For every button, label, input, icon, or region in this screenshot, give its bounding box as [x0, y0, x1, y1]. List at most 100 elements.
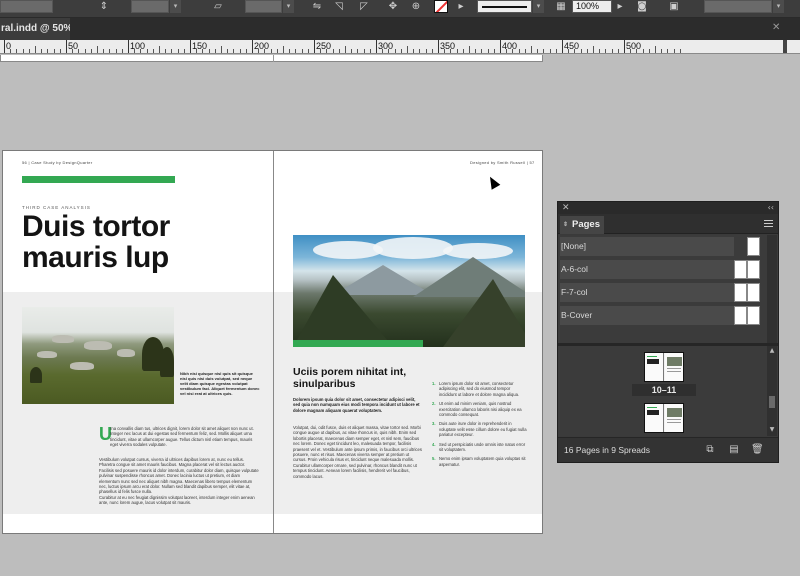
- no-fill-swatch-icon[interactable]: [434, 0, 448, 13]
- shear-dropdown[interactable]: ▾: [283, 0, 294, 13]
- spreads-scrollbar[interactable]: ▲ ▼: [767, 346, 777, 436]
- headline: Duis tortor mauris lup: [22, 210, 170, 274]
- document-tab[interactable]: ral.indd @ 50%: [0, 18, 70, 40]
- body-paragraph-1: rna convallis diam tus, ultrices dignit,…: [110, 426, 254, 448]
- panel-title-bar[interactable]: ✕ ‹‹: [558, 202, 778, 214]
- object-style-dropdown[interactable]: ▾: [773, 0, 784, 13]
- horizontal-ruler[interactable]: 0 50 100 150 200 250 300 350 400 450 500: [0, 40, 800, 54]
- ruler-minor-tick: [196, 49, 198, 53]
- list-item: 5. Nemo enim ipsam voluptatem quia volupt…: [432, 456, 528, 467]
- edit-page-size-icon[interactable]: ⧉: [704, 444, 716, 456]
- select-content-icon[interactable]: ◸: [358, 1, 370, 13]
- spread-thumbnail[interactable]: [644, 403, 684, 433]
- ruler-minor-tick: [531, 46, 532, 53]
- ruler-minor-tick: [152, 49, 154, 53]
- zoom-field[interactable]: 100%: [572, 0, 612, 13]
- list-item: 3. Duis aute irure dolor in reprehenderit…: [432, 421, 528, 437]
- master-thumbnail-right: [747, 283, 760, 302]
- ruler-minor-tick: [84, 49, 86, 53]
- ruler-minor-tick: [636, 49, 638, 53]
- masters-scrollbar[interactable]: [767, 235, 777, 343]
- ruler-minor-tick: [537, 49, 539, 53]
- tab-pages-label: Pages: [572, 219, 600, 230]
- body-paragraph: Volutpat, dui, odit fusce, duis et aliqu…: [293, 425, 422, 479]
- ruler-minor-tick: [617, 49, 619, 53]
- list-item: 1. Lorem ipsum dolor sit amet, consectetu…: [432, 381, 528, 397]
- ruler-minor-tick: [22, 49, 24, 53]
- ruler-minor-tick: [221, 46, 222, 53]
- photo-caption: Nibh nisi quisque nisl quis sit quisque …: [180, 371, 260, 396]
- width-field[interactable]: [131, 0, 169, 13]
- frame-fit-icon[interactable]: ▣: [668, 1, 680, 13]
- select-container-icon[interactable]: ◹: [333, 1, 345, 13]
- ruler-marker[interactable]: [783, 40, 787, 53]
- running-head-right: Designed by Smith Russell | 57: [470, 160, 535, 165]
- pages-panel: ✕ ‹‹ ⇕ Pages [None] A-6-col F-7-col B-Co…: [557, 201, 779, 463]
- master-name: B-Cover: [560, 306, 734, 325]
- stroke-dropdown[interactable]: ▾: [533, 0, 544, 13]
- reference-point-icon[interactable]: ⇕: [98, 1, 110, 13]
- x-field[interactable]: [0, 0, 53, 13]
- left-page[interactable]: 56 | Case Study by DesignQuarter THIRD C…: [3, 151, 273, 533]
- master-thumbnail-left: [734, 306, 747, 325]
- spreads-list: 10–11: [558, 346, 778, 436]
- ruler-minor-tick: [444, 49, 446, 53]
- ruler-minor-tick: [320, 49, 322, 53]
- ruler-minor-tick: [673, 49, 675, 53]
- ruler-minor-tick: [599, 49, 601, 53]
- ruler-minor-tick: [264, 49, 266, 53]
- ruler-minor-tick: [605, 49, 607, 53]
- scroll-up-icon[interactable]: ▲: [768, 347, 776, 355]
- shear-field[interactable]: [245, 0, 282, 13]
- master-item-none[interactable]: [None]: [560, 237, 762, 259]
- right-page[interactable]: Designed by Smith Russell | 57 Uciis por…: [274, 151, 542, 533]
- ruler-minor-tick: [295, 49, 297, 53]
- ruler-minor-tick: [28, 49, 30, 53]
- ruler-minor-tick: [580, 49, 582, 53]
- flip-horizontal-icon[interactable]: ⇋: [311, 1, 323, 13]
- document-spread[interactable]: 56 | Case Study by DesignQuarter THIRD C…: [2, 150, 543, 534]
- delete-page-icon[interactable]: 🗑: [751, 444, 764, 456]
- ruler-minor-tick: [593, 46, 594, 53]
- ruler-minor-tick: [679, 49, 681, 53]
- collapse-icon[interactable]: ‹‹: [768, 202, 774, 214]
- ruler-minor-tick: [648, 49, 650, 53]
- panel-menu-icon[interactable]: [764, 220, 773, 227]
- ruler-minor-tick: [35, 46, 36, 53]
- document-tab-bar: ral.indd @ 50% ✕: [0, 18, 800, 40]
- opacity-icon[interactable]: ▦: [555, 1, 567, 13]
- close-icon[interactable]: ✕: [562, 202, 570, 214]
- ruler-minor-tick: [549, 49, 551, 53]
- spread-thumbnail[interactable]: [644, 352, 684, 382]
- ruler-minor-tick: [159, 46, 160, 53]
- new-page-icon[interactable]: ▤: [728, 444, 740, 456]
- master-thumbnail: [747, 237, 760, 256]
- ruler-major-tick: [4, 40, 5, 53]
- ruler-label: 300: [378, 41, 394, 51]
- play-arrow-icon[interactable]: ▸: [455, 1, 467, 13]
- ruler-minor-tick: [568, 49, 570, 53]
- close-icon[interactable]: ✕: [772, 23, 782, 33]
- ruler-minor-tick: [78, 49, 80, 53]
- align-icon[interactable]: ⊕: [410, 1, 422, 13]
- scroll-down-icon[interactable]: ▼: [768, 426, 776, 434]
- ruler-label: 250: [316, 41, 332, 51]
- spread-label[interactable]: 10–11: [632, 384, 696, 396]
- wrap-icon[interactable]: ◙: [636, 1, 648, 13]
- master-item-f[interactable]: F-7-col: [560, 283, 762, 305]
- tab-pages[interactable]: ⇕ Pages: [560, 216, 604, 234]
- stroke-style-select[interactable]: [477, 0, 532, 13]
- move-icon[interactable]: ✥: [387, 1, 399, 13]
- master-item-a[interactable]: A-6-col: [560, 260, 762, 282]
- shear-icon[interactable]: ▱: [212, 1, 224, 13]
- list-text: Nemo enim ipsam voluptatem quia voluptas…: [439, 456, 526, 467]
- ruler-minor-tick: [611, 49, 613, 53]
- scrollbar-thumb[interactable]: [769, 396, 775, 408]
- ruler-minor-tick: [121, 49, 123, 53]
- panel-header: ⇕ Pages: [558, 214, 778, 234]
- ruler-minor-tick: [518, 49, 520, 53]
- zoom-arrow-icon[interactable]: ▸: [614, 1, 626, 13]
- object-style-select[interactable]: [704, 0, 772, 13]
- master-item-b[interactable]: B-Cover: [560, 306, 762, 328]
- width-dropdown[interactable]: ▾: [170, 0, 181, 13]
